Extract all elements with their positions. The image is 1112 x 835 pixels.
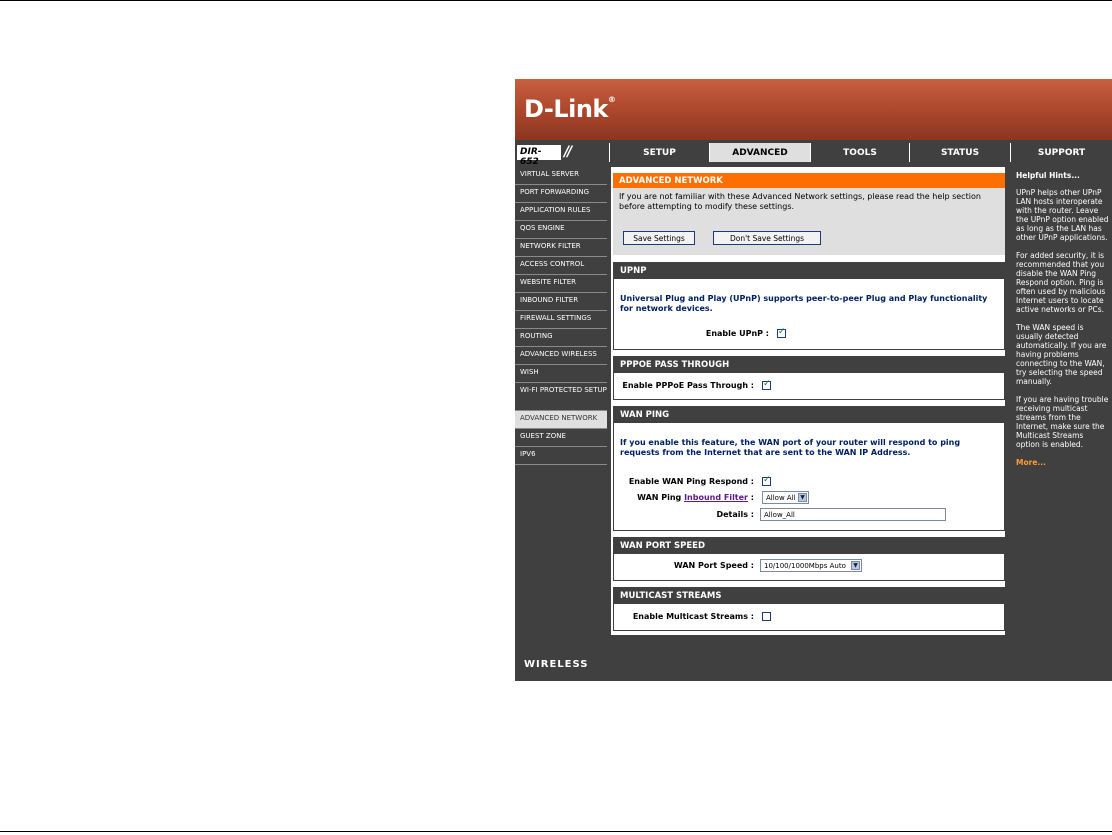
- upnp-section: UPNP Universal Plug and Play (UPnP) supp…: [613, 262, 1005, 350]
- pppoe-section: PPPOE PASS THROUGH Enable PPPoE Pass Thr…: [613, 356, 1005, 400]
- main-content: ADVANCED NETWORK If you are not familiar…: [611, 167, 1005, 635]
- advanced-network-title: ADVANCED NETWORK: [613, 173, 1005, 188]
- model-slash-decoration: //: [564, 144, 572, 160]
- sidebar: VIRTUAL SERVER PORT FORWARDING APPLICATI…: [515, 167, 607, 465]
- router-admin-frame: D-Link® DIR-652 // SETUP ADVANCED TOOLS …: [515, 79, 1112, 681]
- sidebar-item-qos-engine[interactable]: QOS ENGINE: [515, 221, 607, 239]
- model-badge: DIR-652 //: [515, 143, 610, 167]
- enable-upnp-checkbox[interactable]: [777, 327, 786, 338]
- sidebar-item-website-filter[interactable]: WEBSITE FILTER: [515, 275, 607, 293]
- wan-ping-filter-label: WAN Ping Inbound Filter :: [637, 493, 754, 502]
- wan-port-speed-select[interactable]: 10/100/1000Mbps Auto ▼: [760, 559, 862, 572]
- sidebar-item-wifi-protected-setup[interactable]: WI-FI PROTECTED SETUP: [515, 383, 607, 411]
- upnp-title: UPNP: [614, 263, 1004, 279]
- wan-port-speed-title: WAN PORT SPEED: [614, 538, 1004, 554]
- wan-port-speed-label: WAN Port Speed :: [673, 561, 754, 570]
- enable-pppoe-checkbox[interactable]: [762, 379, 771, 390]
- sidebar-item-firewall-settings[interactable]: FIREWALL SETTINGS: [515, 311, 607, 329]
- wan-ping-respond-label: Enable WAN Ping Respond :: [628, 477, 754, 486]
- hints-title: Helpful Hints...: [1016, 171, 1080, 180]
- hint-multicast: If you are having trouble receiving mult…: [1016, 395, 1109, 449]
- footer-bar: WIRELESS: [515, 647, 1112, 681]
- save-settings-button[interactable]: Save Settings: [623, 231, 695, 245]
- brand-banner: D-Link®: [515, 79, 1112, 140]
- top-nav: DIR-652 // SETUP ADVANCED TOOLS STATUS S…: [515, 143, 1112, 167]
- hint-wan-speed: The WAN speed is usually detected automa…: [1016, 323, 1107, 386]
- multicast-title: MULTICAST STREAMS: [614, 588, 1004, 604]
- inbound-filter-link[interactable]: Inbound Filter: [684, 493, 748, 502]
- wan-port-speed-section: WAN PORT SPEED WAN Port Speed : 10/100/1…: [613, 537, 1005, 581]
- sidebar-item-access-control[interactable]: ACCESS CONTROL: [515, 257, 607, 275]
- wan-ping-section: WAN PING If you enable this feature, the…: [613, 406, 1005, 531]
- enable-pppoe-label: Enable PPPoE Pass Through :: [622, 381, 754, 390]
- advanced-network-description: If you are not familiar with these Advan…: [619, 192, 981, 211]
- details-label: Details :: [716, 510, 754, 519]
- model-name: DIR-652: [517, 145, 561, 167]
- wan-ping-title: WAN PING: [614, 407, 1004, 423]
- top-rule: [0, 0, 1112, 1]
- more-link[interactable]: More...: [1016, 458, 1109, 467]
- tab-tools[interactable]: TOOLS: [811, 143, 910, 162]
- chevron-down-icon: ▼: [798, 493, 807, 502]
- multicast-checkbox[interactable]: [762, 612, 771, 621]
- details-field[interactable]: Allow_All: [760, 508, 946, 521]
- dont-save-settings-button[interactable]: Don't Save Settings: [713, 231, 821, 245]
- chevron-down-icon: ▼: [851, 561, 860, 570]
- sidebar-item-wish[interactable]: WISH: [515, 365, 607, 383]
- sidebar-item-inbound-filter[interactable]: INBOUND FILTER: [515, 293, 607, 311]
- tab-advanced[interactable]: ADVANCED: [710, 143, 811, 162]
- pppoe-title: PPPOE PASS THROUGH: [614, 357, 1004, 373]
- tab-support[interactable]: SUPPORT: [1011, 143, 1112, 162]
- sidebar-item-ipv6[interactable]: IPV6: [515, 447, 607, 465]
- bottom-rule: [0, 831, 1112, 832]
- sidebar-item-advanced-wireless[interactable]: ADVANCED WIRELESS: [515, 347, 607, 365]
- advanced-network-panel: ADVANCED NETWORK If you are not familiar…: [613, 173, 1005, 255]
- enable-upnp-label: Enable UPnP :: [705, 329, 769, 338]
- sidebar-item-guest-zone[interactable]: GUEST ZONE: [515, 429, 607, 447]
- hint-upnp: UPnP helps other UPnP LAN hosts interope…: [1016, 188, 1109, 242]
- multicast-section: MULTICAST STREAMS Enable Multicast Strea…: [613, 587, 1005, 631]
- wan-ping-filter-select[interactable]: Allow All ▼: [762, 491, 809, 504]
- wan-ping-description: If you enable this feature, the WAN port…: [620, 438, 961, 457]
- sidebar-item-routing[interactable]: ROUTING: [515, 329, 607, 347]
- sidebar-item-port-forwarding[interactable]: PORT FORWARDING: [515, 185, 607, 203]
- sidebar-item-application-rules[interactable]: APPLICATION RULES: [515, 203, 607, 221]
- tab-status[interactable]: STATUS: [910, 143, 1011, 162]
- wireless-label: WIRELESS: [524, 659, 589, 670]
- sidebar-item-advanced-network[interactable]: ADVANCED NETWORK: [515, 411, 607, 429]
- sidebar-item-virtual-server[interactable]: VIRTUAL SERVER: [515, 167, 607, 185]
- sidebar-item-network-filter[interactable]: NETWORK FILTER: [515, 239, 607, 257]
- dlink-logo: D-Link®: [524, 95, 616, 123]
- hint-wan-ping: For added security, it is recommended th…: [1016, 251, 1106, 314]
- helpful-hints: Helpful Hints... UPnP helps other UPnP L…: [1013, 167, 1112, 467]
- multicast-label: Enable Multicast Streams :: [632, 612, 754, 621]
- tab-setup[interactable]: SETUP: [610, 143, 710, 162]
- wan-ping-respond-checkbox[interactable]: [762, 475, 771, 486]
- upnp-description: Universal Plug and Play (UPnP) supports …: [620, 294, 988, 313]
